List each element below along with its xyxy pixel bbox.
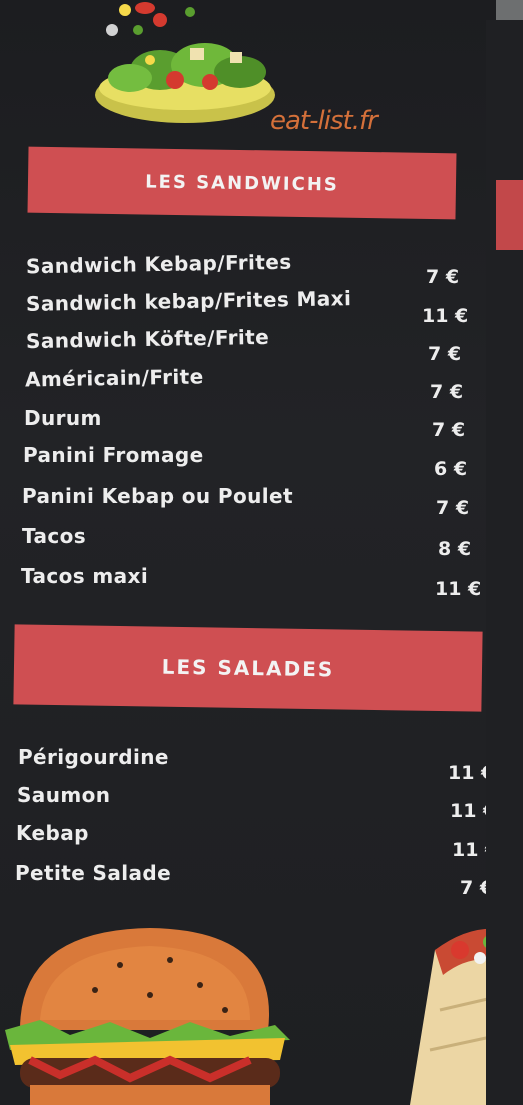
menu-item-price: 7 € xyxy=(426,266,460,288)
menu-item-name: Petite Salade xyxy=(15,861,172,885)
menu-item-price: 7 € xyxy=(436,497,470,519)
menu-item-name: Kebap xyxy=(16,821,89,845)
menu-item-name: Panini Kebap ou Poulet xyxy=(22,484,293,508)
menu-item-price: 11 € xyxy=(435,578,482,600)
adjacent-banner xyxy=(496,180,523,250)
watermark-text: eat-list.fr xyxy=(270,106,378,136)
menu-item-name: Durum xyxy=(24,406,102,430)
menu-item-name: Tacos maxi xyxy=(21,564,149,588)
menu-page: eat-list.fr LES SANDWICHS Sandwich Kebap… xyxy=(0,0,515,1105)
adjacent-page-edge xyxy=(486,20,523,1105)
menu-item-name: Périgourdine xyxy=(18,745,169,769)
menu-item-name: Panini Fromage xyxy=(23,443,204,467)
section-banner-salades: LES SALADES xyxy=(13,624,483,712)
menu-item-price: 6 € xyxy=(434,458,468,480)
salad-bowl-illustration xyxy=(95,2,275,123)
menu-item-name: Américain/Frite xyxy=(24,364,204,392)
menu-item-name: Sandwich Köfte/Frite xyxy=(25,324,270,354)
menu-item-price: 7 € xyxy=(428,343,462,365)
menu-item-price: 8 € xyxy=(438,538,472,560)
section-banner-sandwichs: LES SANDWICHS xyxy=(27,146,457,220)
menu-item-price: 7 € xyxy=(430,381,464,403)
menu-item-price: 7 € xyxy=(432,419,466,441)
menu-item-name: Sandwich kebap/Frites Maxi xyxy=(25,286,352,316)
menu-item-name: Sandwich Kebap/Frites xyxy=(25,249,292,279)
burger-illustration xyxy=(5,928,290,1105)
section-title: LES SALADES xyxy=(161,654,335,682)
menu-item-name: Saumon xyxy=(17,783,111,807)
menu-item-name: Tacos xyxy=(22,524,87,548)
section-title: LES SANDWICHS xyxy=(145,170,339,196)
menu-item-price: 11 € xyxy=(422,305,469,327)
